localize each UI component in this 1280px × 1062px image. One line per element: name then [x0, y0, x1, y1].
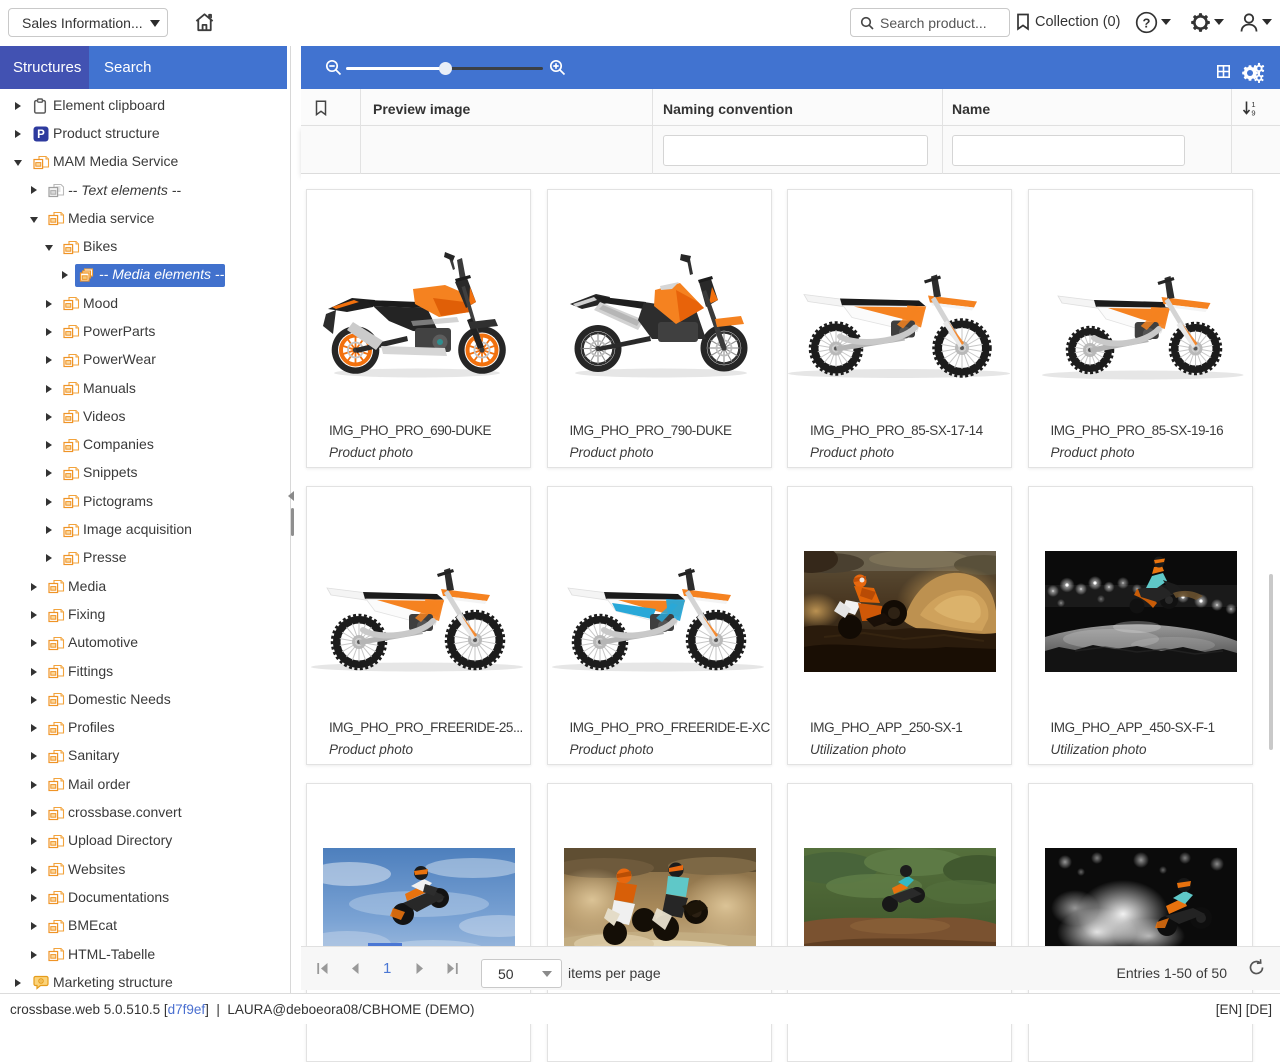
svg-text:9: 9 [1251, 109, 1255, 118]
svg-text:?: ? [1143, 15, 1151, 30]
svg-text:P: P [37, 130, 45, 142]
